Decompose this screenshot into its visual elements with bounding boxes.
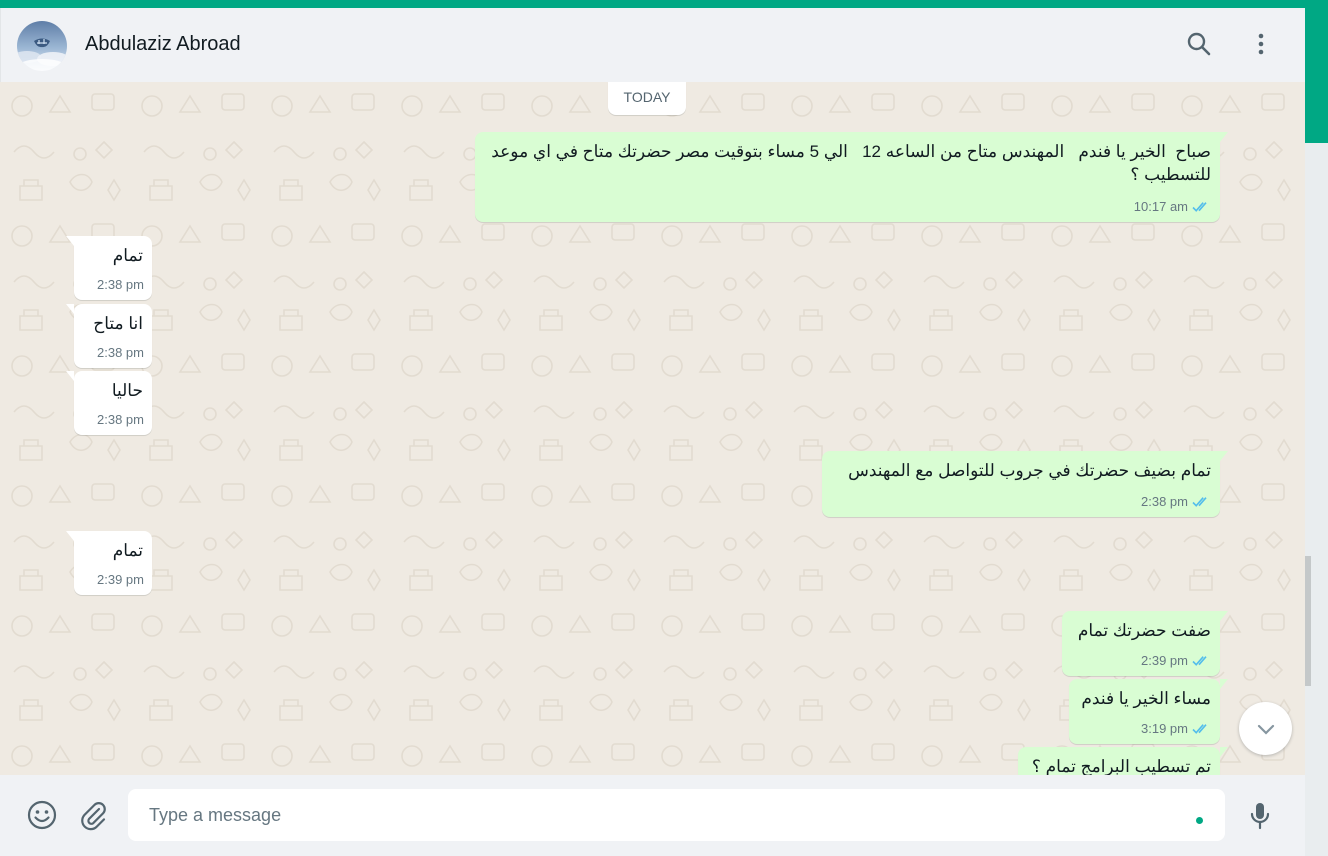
message-text: ضفت حضرتك تمام xyxy=(1077,621,1211,640)
message-outgoing[interactable]: تم تسطيب البرامج تمام ؟ xyxy=(1018,747,1228,775)
attach-icon[interactable] xyxy=(76,798,110,832)
message-incoming[interactable]: تمام 2:39 pm xyxy=(66,531,152,595)
message-input[interactable] xyxy=(128,789,1168,841)
message-text: صباح الخير يا فندم المهندس متاح من الساع… xyxy=(486,142,1211,184)
message-meta: 2:38 pm xyxy=(97,273,144,296)
message-meta: 2:38 pm xyxy=(97,341,144,364)
message-incoming[interactable]: انا متاح 2:38 pm xyxy=(66,304,152,368)
message-time: 2:38 pm xyxy=(1141,494,1188,509)
read-ticks-icon xyxy=(1192,655,1207,666)
message-text: تمام xyxy=(112,541,143,560)
composer-bar xyxy=(0,775,1305,856)
chat-header: Abdulaziz Abroad xyxy=(0,8,1305,82)
message-outgoing[interactable]: تمام بضيف حضرتك في جروب للتواصل مع المهن… xyxy=(822,451,1228,517)
message-text: تمام بضيف حضرتك في جروب للتواصل مع المهن… xyxy=(848,461,1211,480)
message-outgoing[interactable]: صباح الخير يا فندم المهندس متاح من الساع… xyxy=(475,132,1228,222)
message-text: تم تسطيب البرامج تمام ؟ xyxy=(1031,757,1211,775)
status-dot xyxy=(1196,817,1203,824)
read-ticks-icon xyxy=(1192,496,1207,507)
message-text: حاليا xyxy=(111,381,143,400)
date-divider: TODAY xyxy=(608,82,686,115)
chat-scrollbar[interactable] xyxy=(1305,556,1311,686)
search-icon[interactable] xyxy=(1185,30,1213,58)
message-time: 3:19 pm xyxy=(1141,721,1188,736)
message-list[interactable]: TODAY صباح الخير يا فندم المهندس متاح من… xyxy=(0,82,1305,775)
right-panel-edge xyxy=(1305,8,1328,856)
scroll-to-bottom-button[interactable] xyxy=(1239,702,1292,755)
top-accent-bar xyxy=(0,0,1328,8)
microphone-icon[interactable] xyxy=(1243,798,1277,832)
message-input-box[interactable] xyxy=(128,789,1225,841)
message-time: 2:39 pm xyxy=(97,572,144,587)
message-time: 2:38 pm xyxy=(97,277,144,292)
accent-strip xyxy=(1305,8,1328,143)
message-outgoing[interactable]: ضفت حضرتك تمام 2:39 pm xyxy=(1062,611,1228,676)
message-time: 10:17 am xyxy=(1133,199,1188,214)
message-time: 2:38 pm xyxy=(97,412,144,427)
message-meta: 2:39 pm xyxy=(97,568,144,591)
message-meta: 2:38 pm xyxy=(1141,490,1212,513)
message-incoming[interactable]: حاليا 2:38 pm xyxy=(66,371,152,435)
chat-window: Abdulaziz Abroad TODAY صباح الخير يا فند… xyxy=(0,8,1305,856)
message-text: تمام xyxy=(112,246,143,265)
message-outgoing[interactable]: مساء الخير يا فندم 3:19 pm xyxy=(1069,679,1228,744)
contact-avatar[interactable] xyxy=(17,21,67,71)
message-time: 2:39 pm xyxy=(1141,653,1188,668)
chevron-down-icon xyxy=(1257,724,1274,735)
contact-name[interactable]: Abdulaziz Abroad xyxy=(85,33,241,56)
message-incoming[interactable]: تمام 2:38 pm xyxy=(66,236,152,300)
emoji-icon[interactable] xyxy=(25,798,59,832)
menu-dots-icon[interactable] xyxy=(1247,30,1275,58)
message-meta: 2:38 pm xyxy=(97,408,144,431)
message-meta: 2:39 pm xyxy=(1141,649,1212,672)
message-meta: 3:19 pm xyxy=(1141,717,1212,740)
read-ticks-icon xyxy=(1192,201,1207,212)
message-text: انا متاح xyxy=(93,314,143,333)
message-text: مساء الخير يا فندم xyxy=(1081,689,1211,708)
message-meta: 10:17 am xyxy=(1134,195,1212,218)
message-time: 2:38 pm xyxy=(97,345,144,360)
read-ticks-icon xyxy=(1192,723,1207,734)
